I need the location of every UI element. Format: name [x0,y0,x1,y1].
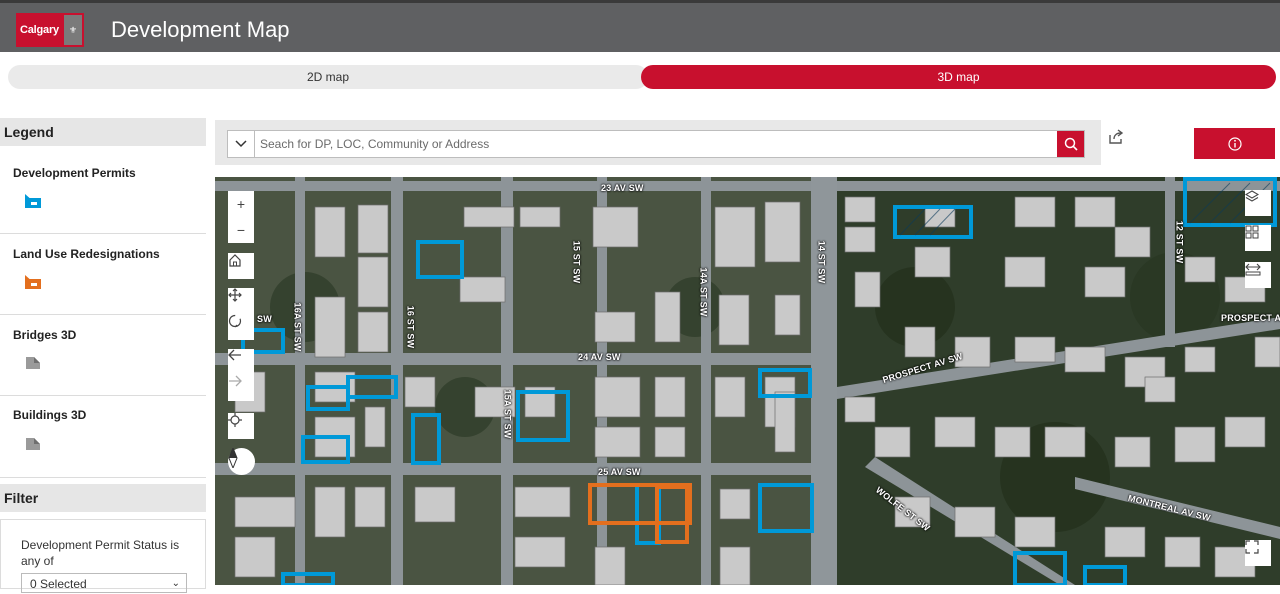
measure-button[interactable] [1245,262,1271,288]
street-label: 23 AV SW [601,183,644,193]
filter-heading[interactable]: Filter [0,484,206,512]
legend-item-buildings-3d: Buildings 3D [0,396,206,478]
permit-status-select[interactable]: 0 Selected ⌄ [21,573,187,593]
filter-panel: Development Permit Status is any of 0 Se… [0,519,206,593]
street-label: 16A ST SW [292,302,303,352]
street-label: 14 ST SW [816,240,827,284]
fullscreen-button[interactable] [1245,540,1271,566]
bridge-3d-symbol-icon [26,357,40,369]
app-title: Development Map [111,17,290,42]
rotate-icon [228,314,242,328]
permit-status-label: Development Permit Status is any of [21,538,180,568]
previous-view-button[interactable] [228,349,254,375]
street-label: 25 AV SW [598,467,641,477]
search-box [227,130,1085,158]
home-icon [229,254,241,267]
fullscreen-icon [1245,540,1259,554]
permit-status-value: 0 Selected [30,577,87,591]
compass-button[interactable] [228,448,255,475]
sidebar: Legend Development Permits Land Use Rede… [0,118,208,585]
pan-icon [228,288,242,302]
building-3d-symbol-icon [26,438,40,450]
map-view-toggle: 2D map 3D map [8,65,1276,89]
street-label: 14A ST SW [698,267,709,317]
search-icon [1064,137,1078,151]
pan-button[interactable] [228,288,254,314]
street-label: SW [257,314,272,324]
rotate-button[interactable] [228,314,254,340]
legend-label: Buildings 3D [13,408,87,422]
compass-icon [228,448,238,468]
chevron-down-icon: ⌄ [171,578,180,589]
arrow-right-icon [229,375,242,387]
search-button[interactable] [1057,131,1084,157]
locate-button[interactable] [228,413,254,439]
3d-map-button[interactable]: 3D map [641,65,1276,89]
street-label: 15A ST SW [502,389,513,439]
layers-button[interactable] [1245,190,1271,216]
chevron-down-icon [235,140,247,148]
street-label: 16 ST SW [405,305,416,349]
legend-label: Bridges 3D [13,328,77,342]
3d-map-view[interactable]: 23 AV SW 24 AV SW 25 AV SW 15 ST SW 14A … [215,177,1280,585]
street-label: 12 ST SW [1174,220,1185,264]
measure-icon [1245,263,1261,276]
next-view-button[interactable] [228,375,254,401]
arrow-left-icon [228,349,241,361]
info-icon [1227,136,1242,151]
home-button[interactable] [228,253,254,279]
legend-heading[interactable]: Legend [0,118,206,146]
legend-label: Development Permits [13,166,136,180]
plus-icon: + [236,196,246,212]
zoom-out-button[interactable]: − [228,217,254,243]
legend-item-bridges-3d: Bridges 3D [0,315,206,396]
map-canvas [215,177,1280,585]
legend-item-development-permits: Development Permits [0,152,206,234]
locate-icon [228,413,242,427]
street-label: 24 AV SW [578,352,621,362]
search-source-dropdown[interactable] [228,131,255,157]
search-input[interactable] [260,134,1060,154]
2d-map-button[interactable]: 2D map [8,65,648,89]
basemap-gallery-button[interactable] [1245,225,1271,251]
legend-item-land-use-redesignations: Land Use Redesignations [0,234,206,315]
search-bar [215,120,1101,165]
land-use-symbol-icon [25,275,41,289]
street-label: 15 ST SW [571,240,582,284]
zoom-in-button[interactable]: + [228,191,254,217]
layers-icon [1245,190,1259,202]
calgary-logo[interactable]: Calgary ⚜ [16,13,84,47]
minus-icon: − [236,222,246,238]
legend-label: Land Use Redesignations [13,247,160,261]
city-crest-icon: ⚜ [64,15,82,45]
info-button[interactable] [1194,128,1275,159]
share-icon[interactable] [1108,129,1124,145]
development-permit-symbol-icon [25,194,41,208]
basemap-gallery-icon [1245,225,1259,239]
logo-text: Calgary [20,24,59,36]
app-header: Calgary ⚜ Development Map [0,0,1280,52]
street-label: PROSPECT AV [1221,313,1280,323]
